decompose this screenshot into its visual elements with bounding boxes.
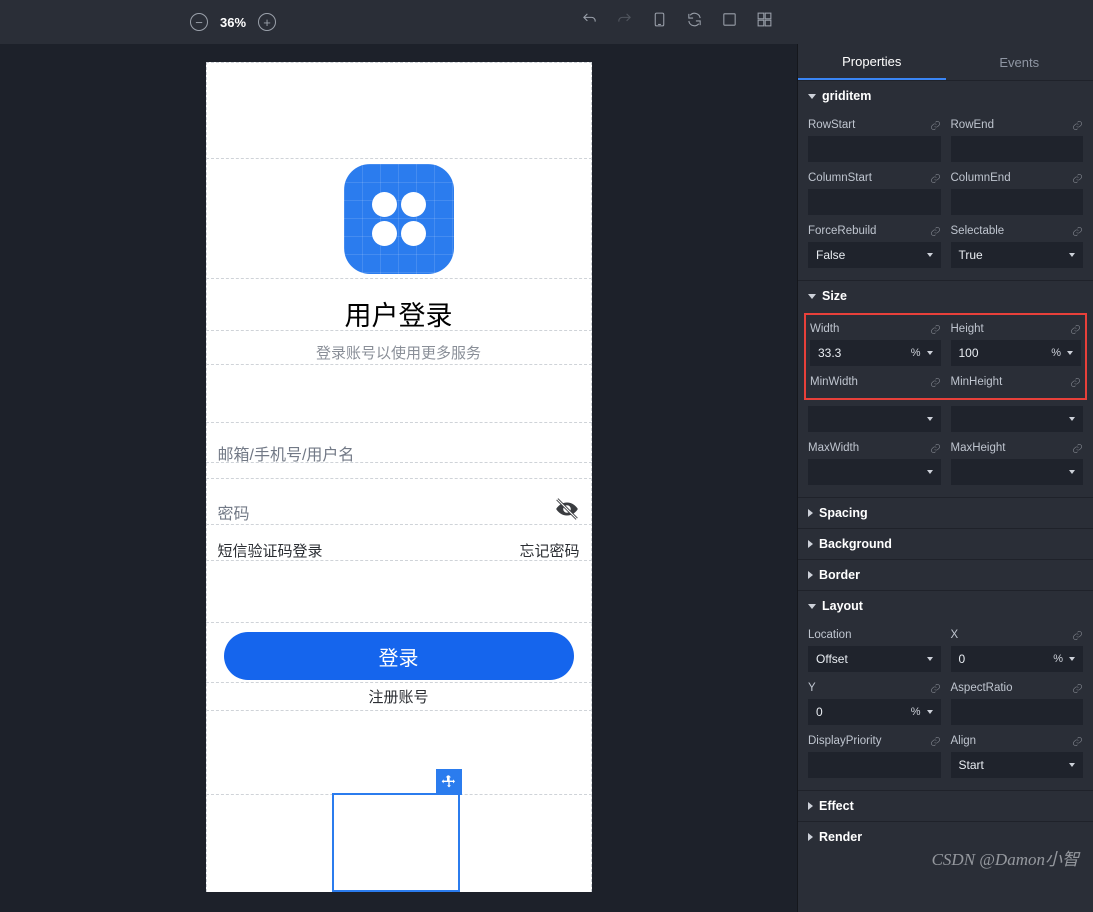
toolbar: − 36% + (0, 0, 1093, 44)
link-icon[interactable] (1072, 173, 1083, 184)
eye-off-icon[interactable] (554, 496, 580, 527)
link-icon[interactable] (930, 173, 941, 184)
link-icon[interactable] (1072, 120, 1083, 131)
selection-box[interactable] (332, 793, 460, 892)
link-icon[interactable] (930, 324, 941, 335)
minheight-label: MinHeight (951, 376, 1003, 388)
colend-input[interactable] (951, 189, 1084, 215)
section-size[interactable]: Size (798, 281, 1093, 311)
width-input[interactable]: 33.3% (810, 340, 941, 366)
section-border[interactable]: Border (798, 560, 1093, 590)
selectable-select[interactable]: True (951, 242, 1084, 268)
section-effect[interactable]: Effect (798, 791, 1093, 821)
link-icon[interactable] (930, 443, 941, 454)
app-logo (344, 164, 454, 274)
displaypriority-label: DisplayPriority (808, 735, 882, 747)
align-select[interactable]: Start (951, 752, 1084, 778)
link-icon[interactable] (1072, 736, 1083, 747)
width-label: Width (810, 323, 839, 335)
zoom-out-button[interactable]: − (190, 13, 208, 31)
height-label: Height (951, 323, 984, 335)
tab-properties[interactable]: Properties (798, 44, 946, 80)
canvas[interactable]: 用户登录 登录账号以使用更多服务 邮箱/手机号/用户名 密码 短信验证码登录 忘… (0, 44, 797, 912)
properties-panel: Properties Events griditem RowStart RowE… (797, 44, 1093, 912)
section-render[interactable]: Render (798, 822, 1093, 852)
rowend-label: RowEnd (951, 119, 994, 131)
rowend-input[interactable] (951, 136, 1084, 162)
rowstart-label: RowStart (808, 119, 855, 131)
section-griditem[interactable]: griditem (798, 81, 1093, 111)
rowstart-input[interactable] (808, 136, 941, 162)
x-label: X (951, 629, 959, 641)
aspectratio-input[interactable] (951, 699, 1084, 725)
y-label: Y (808, 682, 816, 694)
password-placeholder: 密码 (218, 500, 250, 524)
location-select[interactable]: Offset (808, 646, 941, 672)
tab-events[interactable]: Events (946, 44, 1093, 80)
username-field[interactable]: 邮箱/手机号/用户名 (206, 427, 592, 479)
selectable-label: Selectable (951, 225, 1005, 237)
move-handle-icon[interactable] (436, 769, 462, 795)
link-icon[interactable] (1072, 443, 1083, 454)
maxwidth-label: MaxWidth (808, 442, 859, 454)
grid-icon[interactable] (756, 11, 773, 33)
forcerebuild-label: ForceRebuild (808, 225, 876, 237)
zoom-value: 36% (220, 15, 246, 30)
y-input[interactable]: 0% (808, 699, 941, 725)
link-icon[interactable] (1070, 324, 1081, 335)
undo-icon[interactable] (581, 11, 598, 33)
sms-login-link[interactable]: 短信验证码登录 (218, 540, 323, 561)
toolbar-actions (581, 11, 773, 33)
link-icon[interactable] (930, 377, 941, 388)
colstart-input[interactable] (808, 189, 941, 215)
section-layout[interactable]: Layout (798, 591, 1093, 621)
link-icon[interactable] (930, 120, 941, 131)
colend-label: ColumnEnd (951, 172, 1011, 184)
link-icon[interactable] (1070, 377, 1081, 388)
aspectratio-label: AspectRatio (951, 682, 1013, 694)
device-icon[interactable] (651, 11, 668, 33)
x-input[interactable]: 0% (951, 646, 1084, 672)
maxheight-input[interactable] (951, 459, 1084, 485)
username-placeholder: 邮箱/手机号/用户名 (218, 441, 355, 465)
height-input[interactable]: 100% (951, 340, 1082, 366)
maxheight-label: MaxHeight (951, 442, 1006, 454)
link-icon[interactable] (930, 226, 941, 237)
link-icon[interactable] (1072, 226, 1083, 237)
login-title: 用户登录 (206, 294, 592, 333)
link-icon[interactable] (930, 683, 941, 694)
maxwidth-input[interactable] (808, 459, 941, 485)
link-icon[interactable] (1072, 683, 1083, 694)
displaypriority-input[interactable] (808, 752, 941, 778)
login-subtitle: 登录账号以使用更多服务 (206, 342, 592, 363)
link-icon[interactable] (930, 736, 941, 747)
forcerebuild-select[interactable]: False (808, 242, 941, 268)
login-button[interactable]: 登录 (224, 632, 574, 680)
location-label: Location (808, 629, 851, 641)
zoom-in-button[interactable]: + (258, 13, 276, 31)
size-highlight: Width 33.3% Height 100% MinWidth MinHeight (804, 313, 1087, 400)
minwidth-input[interactable] (808, 406, 941, 432)
colstart-label: ColumnStart (808, 172, 872, 184)
align-label: Align (951, 735, 977, 747)
section-background[interactable]: Background (798, 529, 1093, 559)
link-icon[interactable] (1072, 630, 1083, 641)
fit-icon[interactable] (721, 11, 738, 33)
minwidth-label: MinWidth (810, 376, 858, 388)
rotate-icon[interactable] (686, 11, 703, 33)
phone-preview: 用户登录 登录账号以使用更多服务 邮箱/手机号/用户名 密码 短信验证码登录 忘… (206, 62, 592, 892)
section-spacing[interactable]: Spacing (798, 498, 1093, 528)
forgot-password-link[interactable]: 忘记密码 (519, 540, 579, 561)
redo-icon[interactable] (616, 11, 633, 33)
zoom-controls: − 36% + (190, 13, 276, 31)
minheight-input[interactable] (951, 406, 1084, 432)
register-link[interactable]: 注册账号 (206, 686, 592, 707)
